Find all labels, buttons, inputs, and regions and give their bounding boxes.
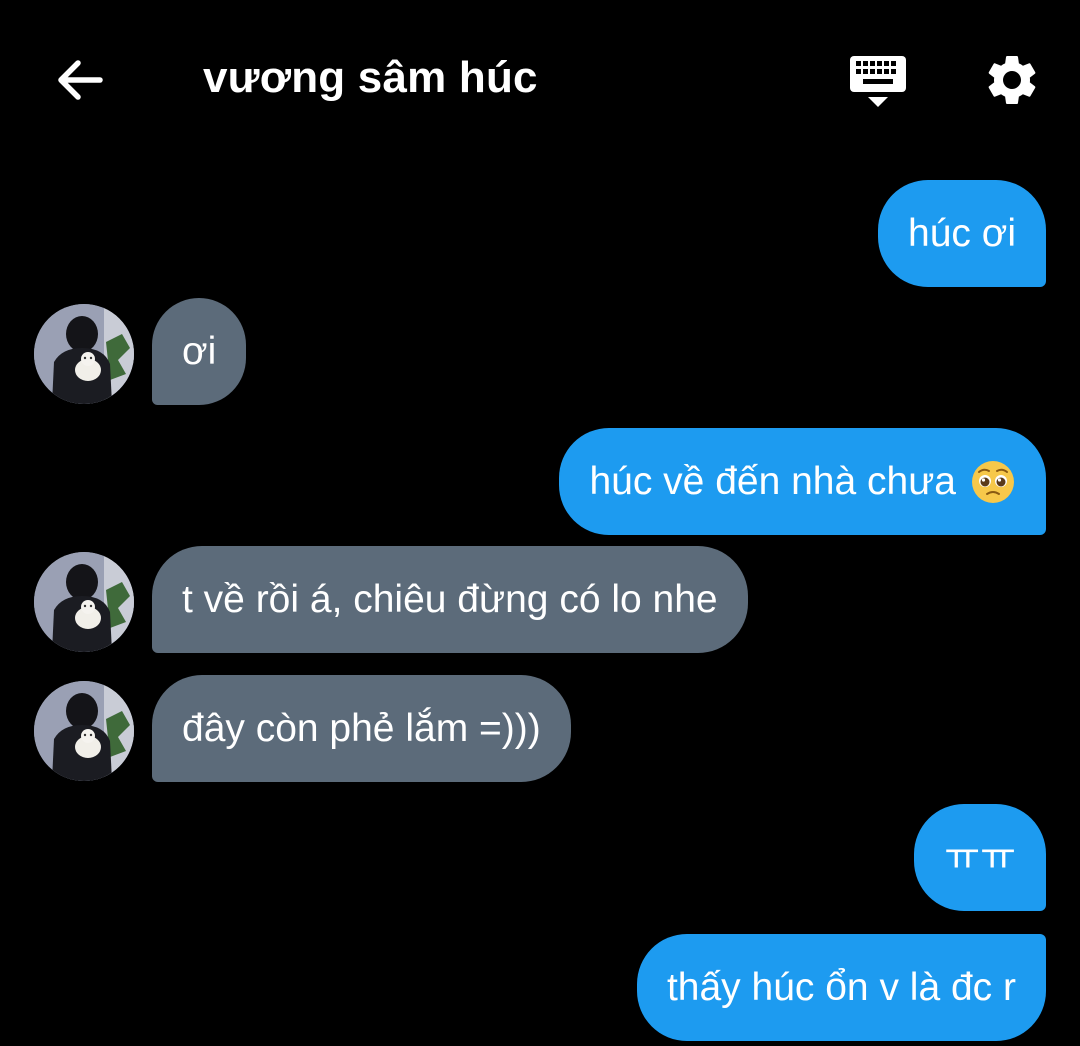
message-text: ơi [182,329,217,373]
message-bubble-incoming[interactable]: t về rồi á, chiêu đừng có lo nhe [152,546,748,653]
message-text: đây còn phẻ lắm =))) [182,706,541,750]
message-text: húc ơi [908,211,1016,255]
message-bubble-incoming[interactable]: đây còn phẻ lắm =))) [152,675,571,782]
avatar-image [34,681,134,781]
message-text: ㅠㅠ [944,835,1016,879]
avatar[interactable] [34,552,134,652]
avatar-image [34,552,134,652]
chat-header: vương sâm húc [0,0,1080,160]
message-bubble-incoming[interactable]: ơi [152,298,247,405]
avatar[interactable] [34,304,134,404]
keyboard-toggle-button[interactable] [846,52,910,112]
gear-icon [988,55,1036,104]
message-text: t về rồi á, chiêu đừng có lo nhe [182,577,718,621]
pleading-face-icon [972,460,1014,503]
message-bubble-outgoing[interactable]: húc về đến nhà chưa [559,428,1046,535]
message-bubble-outgoing[interactable]: ㅠㅠ [914,804,1046,911]
message-text: húc về đến nhà chưa [589,459,956,503]
avatar[interactable] [34,681,134,781]
message-text: thấy húc ổn v là đc r [666,965,1016,1009]
arrow-left-icon [58,60,103,100]
keyboard-hide-icon [850,56,906,107]
message-bubble-outgoing[interactable]: húc ơi [878,180,1046,287]
settings-button[interactable] [982,50,1042,110]
back-button[interactable] [50,50,110,110]
chat-title: vương sâm húc [203,53,538,102]
message-bubble-outgoing[interactable]: thấy húc ổn v là đc r [636,934,1046,1041]
avatar-image [34,304,134,404]
